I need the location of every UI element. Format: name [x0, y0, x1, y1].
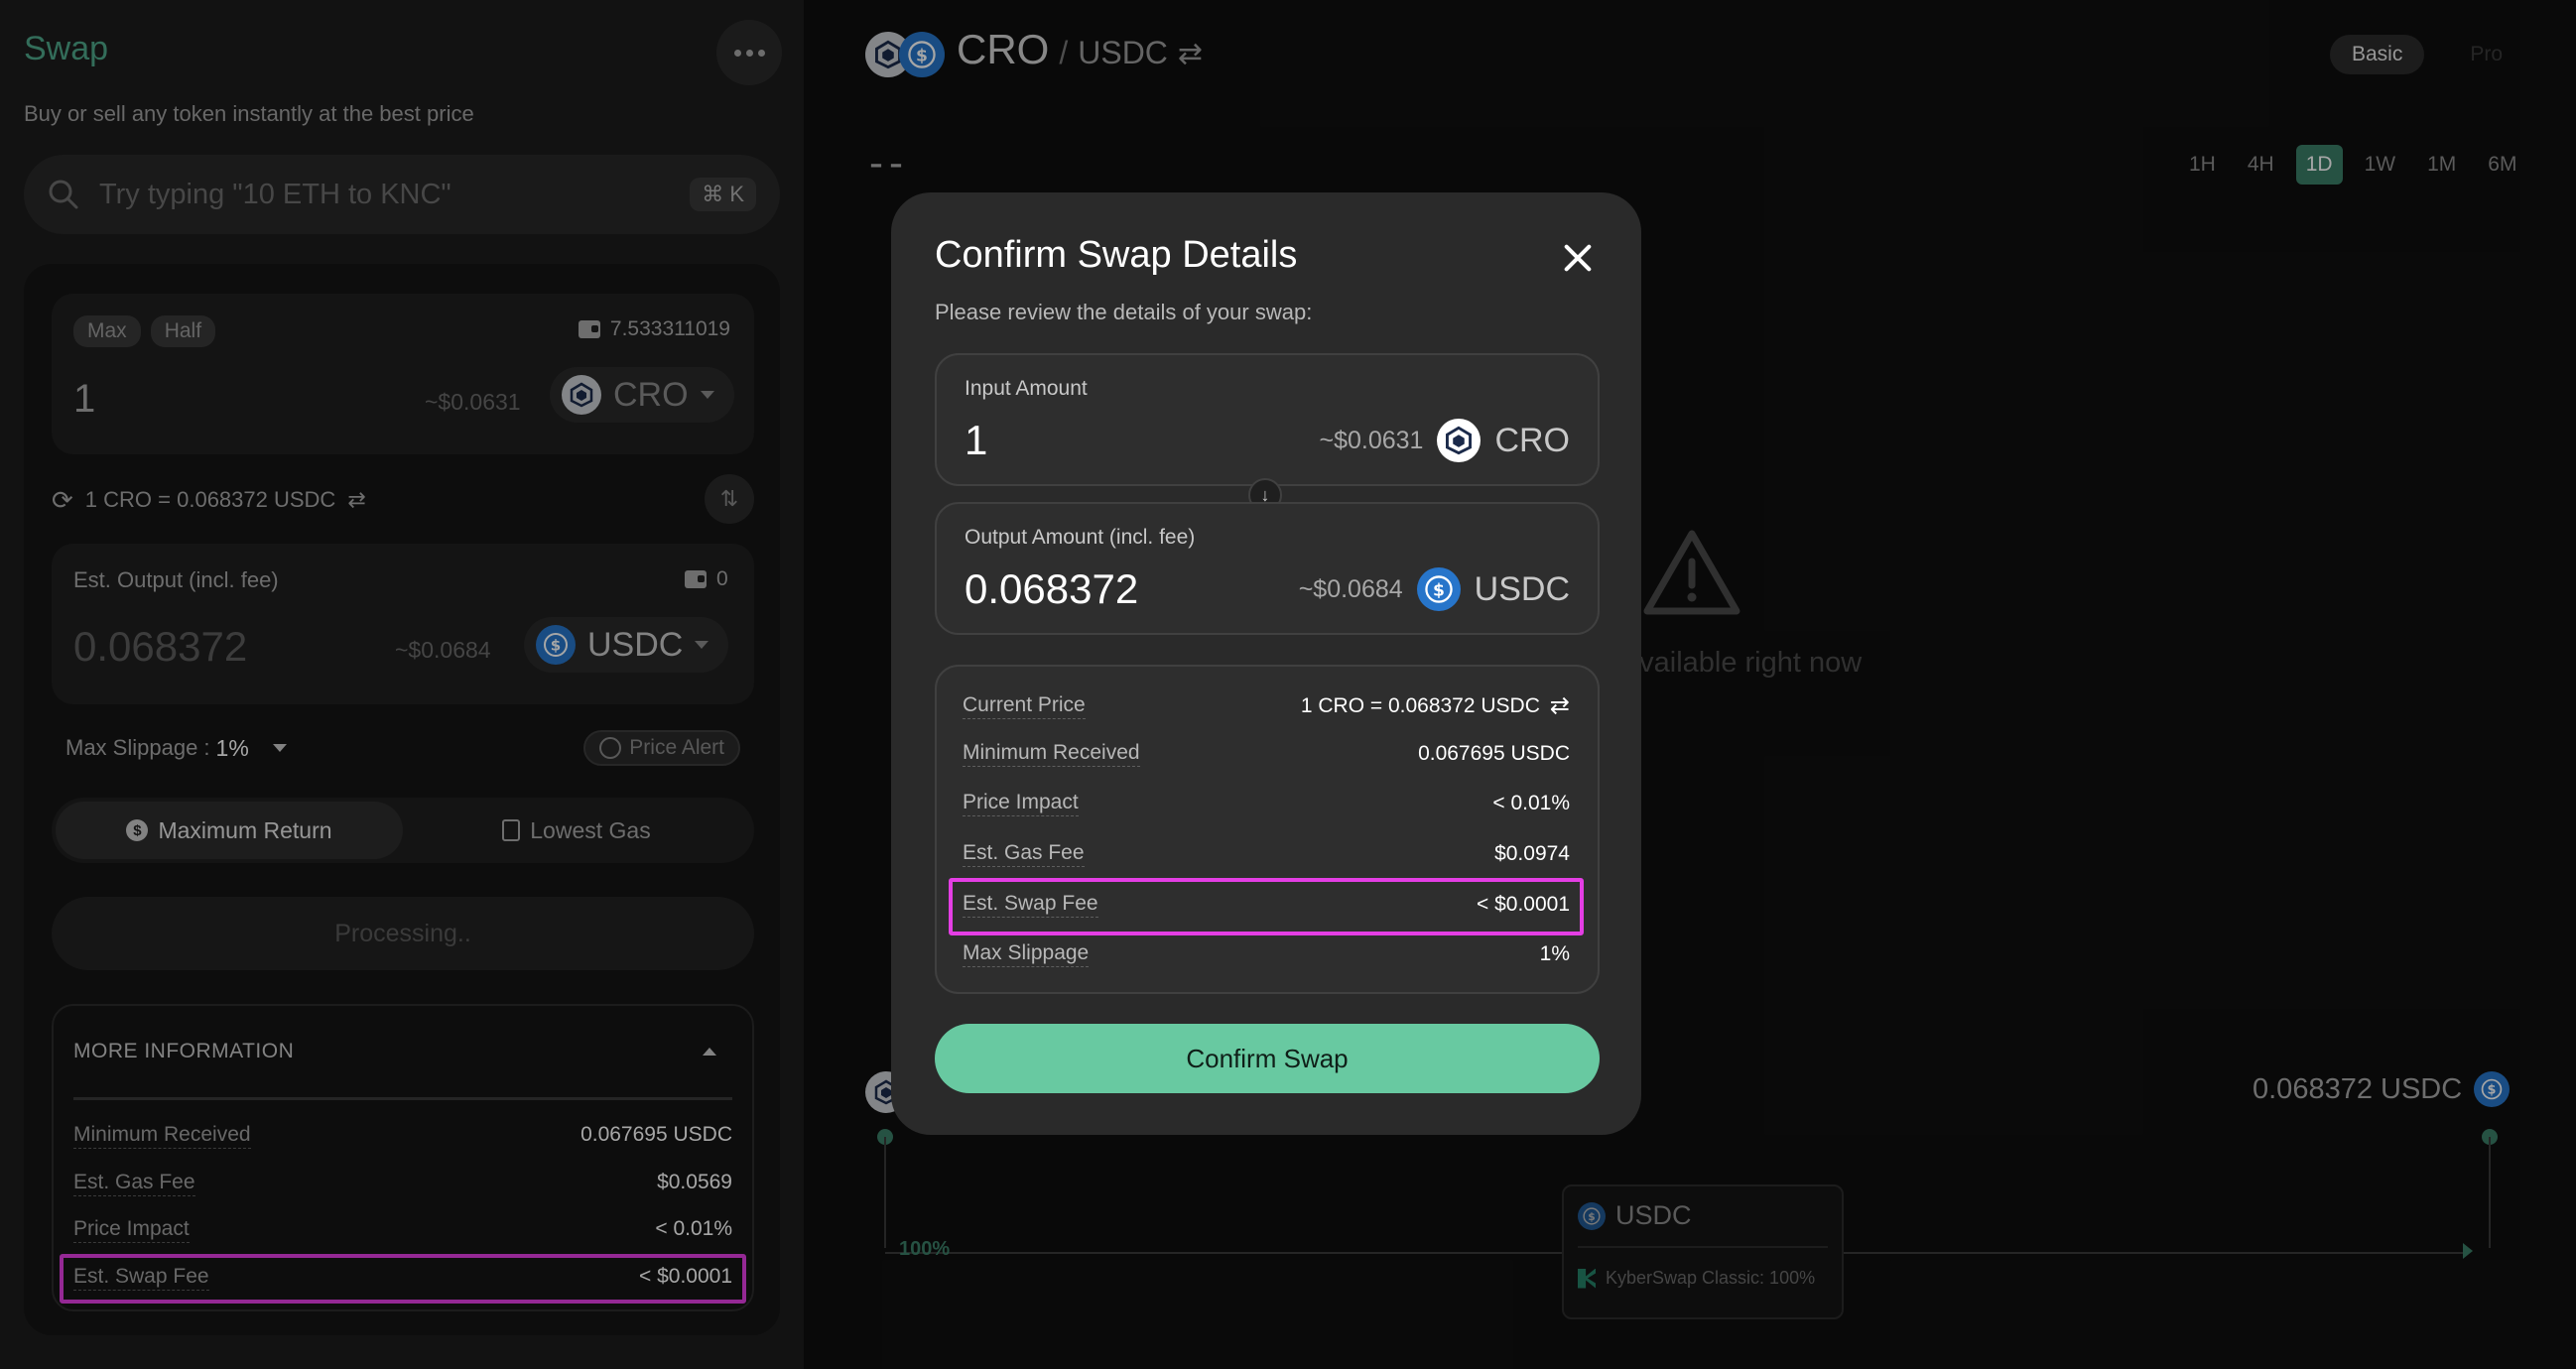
modal-output-usd: ~$0.0684 [1298, 574, 1403, 603]
modal-output-label: Output Amount (incl. fee) [965, 526, 1196, 549]
modal-input-usd: ~$0.0631 [1319, 426, 1424, 454]
modal-output-token: USDC [1474, 569, 1570, 608]
modal-input-label: Input Amount [965, 377, 1088, 400]
modal-input-token: CRO [1494, 421, 1570, 459]
detail-row-price-impact: Price Impact < 0.01% [963, 791, 1570, 816]
svg-text:$: $ [1433, 580, 1445, 600]
modal-output-box: Output Amount (incl. fee) 0.068372 ~$0.0… [935, 502, 1600, 635]
modal-subtitle: Please review the details of your swap: [935, 300, 1313, 324]
cro-coin-icon [1437, 419, 1481, 462]
detail-row-swap-fee: Est. Swap Fee < $0.0001 [963, 892, 1570, 918]
detail-row-current-price: Current Price 1 CRO = 0.068372 USDC ⇄ [963, 691, 1570, 720]
detail-row-minimum-received: Minimum Received 0.067695 USDC [963, 741, 1570, 767]
modal-input-box: Input Amount 1 ~$0.0631 CRO [935, 353, 1600, 486]
invert-price-icon[interactable]: ⇄ [1550, 691, 1570, 720]
confirm-swap-button[interactable]: Confirm Swap [935, 1024, 1600, 1093]
modal-output-amount: 0.068372 [965, 565, 1139, 612]
close-icon[interactable] [1558, 238, 1598, 278]
detail-row-gas-fee: Est. Gas Fee $0.0974 [963, 841, 1570, 867]
usdc-coin-icon: $ [1416, 567, 1461, 611]
modal-input-amount: 1 [965, 417, 988, 463]
modal-title: Confirm Swap Details [935, 234, 1298, 276]
detail-row-max-slippage: Max Slippage 1% [963, 941, 1570, 967]
